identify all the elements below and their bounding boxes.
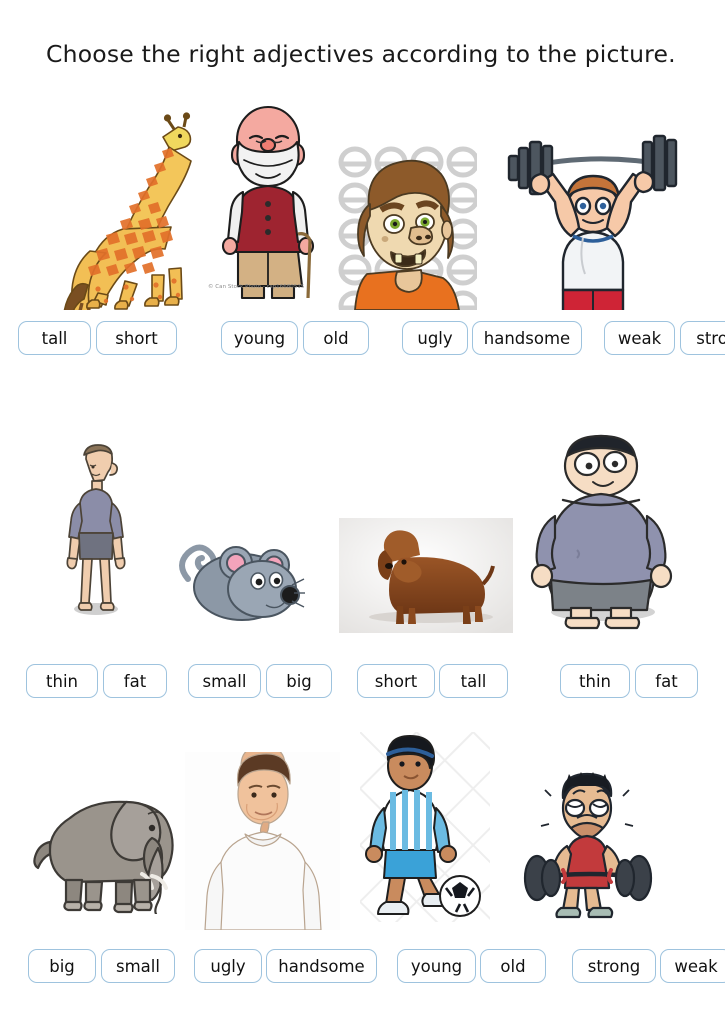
option-ugly[interactable]: ugly [402, 321, 468, 355]
thin-man-picture [56, 441, 136, 631]
option-pair-ugly-handsome: ugly handsome [402, 321, 582, 355]
soccer-boy-picture [360, 732, 490, 922]
handsome-man-picture [185, 752, 340, 930]
option-fat[interactable]: fat [103, 664, 167, 698]
option-thin[interactable]: thin [26, 664, 98, 698]
option-young[interactable]: young [221, 321, 298, 355]
option-pair-small-big: small big [188, 664, 332, 698]
row-1-options: tall short young old ugly handsome weak … [0, 321, 725, 355]
option-ugly-2[interactable]: ugly [194, 949, 262, 983]
option-small[interactable]: small [188, 664, 261, 698]
row-3-pictures [0, 722, 725, 932]
weak-lifter-picture [505, 772, 670, 920]
option-handsome-2[interactable]: handsome [266, 949, 377, 983]
row-2-pictures [0, 425, 725, 640]
option-big[interactable]: big [266, 664, 332, 698]
option-pair-thin-fat-2: thin fat [560, 664, 698, 698]
option-short[interactable]: short [96, 321, 177, 355]
elephant-picture [30, 784, 195, 914]
page-title: Choose the right adjectives according to… [46, 40, 676, 68]
option-handsome[interactable]: handsome [472, 321, 582, 355]
option-pair-strong-weak: strong weak [572, 949, 725, 983]
option-pair-young-old-2: young old [397, 949, 546, 983]
strong-weightlifter-picture [497, 120, 687, 310]
option-pair-young-old: young old [221, 321, 369, 355]
option-pair-short-tall: short tall [357, 664, 508, 698]
mouse-picture [170, 521, 305, 626]
option-pair-thin-fat-1: thin fat [26, 664, 167, 698]
worksheet-page: Choose the right adjectives according to… [0, 0, 725, 1024]
row-1-pictures: © Can Stock Photo - csp16680515 [0, 100, 725, 315]
row-3-options: big small ugly handsome young old strong… [0, 949, 725, 983]
option-thin-2[interactable]: thin [560, 664, 630, 698]
option-strong-2[interactable]: strong [572, 949, 656, 983]
option-weak-2[interactable]: weak [660, 949, 725, 983]
old-man-picture: © Can Stock Photo - csp16680515 [206, 100, 332, 310]
row-2-options: thin fat small big short tall thin fat [0, 664, 725, 698]
option-weak[interactable]: weak [604, 321, 675, 355]
option-tall[interactable]: tall [18, 321, 91, 355]
option-short-2[interactable]: short [357, 664, 435, 698]
option-small-2[interactable]: small [101, 949, 175, 983]
fat-man-picture [515, 430, 680, 630]
option-young-2[interactable]: young [397, 949, 476, 983]
old-man-watermark: © Can Stock Photo - csp16680515 [208, 284, 305, 290]
option-old-2[interactable]: old [480, 949, 546, 983]
option-fat-2[interactable]: fat [635, 664, 698, 698]
option-big-2[interactable]: big [28, 949, 96, 983]
dachshund-picture [339, 518, 513, 633]
option-pair-big-small: big small [28, 949, 175, 983]
ugly-face-picture [337, 144, 477, 310]
option-pair-weak-strong: weak strong [604, 321, 725, 355]
giraffe-picture [28, 105, 200, 310]
option-pair-tall-short: tall short [18, 321, 177, 355]
option-pair-ugly-handsome-2: ugly handsome [194, 949, 377, 983]
option-old[interactable]: old [303, 321, 369, 355]
option-strong[interactable]: strong [680, 321, 725, 355]
option-tall-2[interactable]: tall [439, 664, 508, 698]
